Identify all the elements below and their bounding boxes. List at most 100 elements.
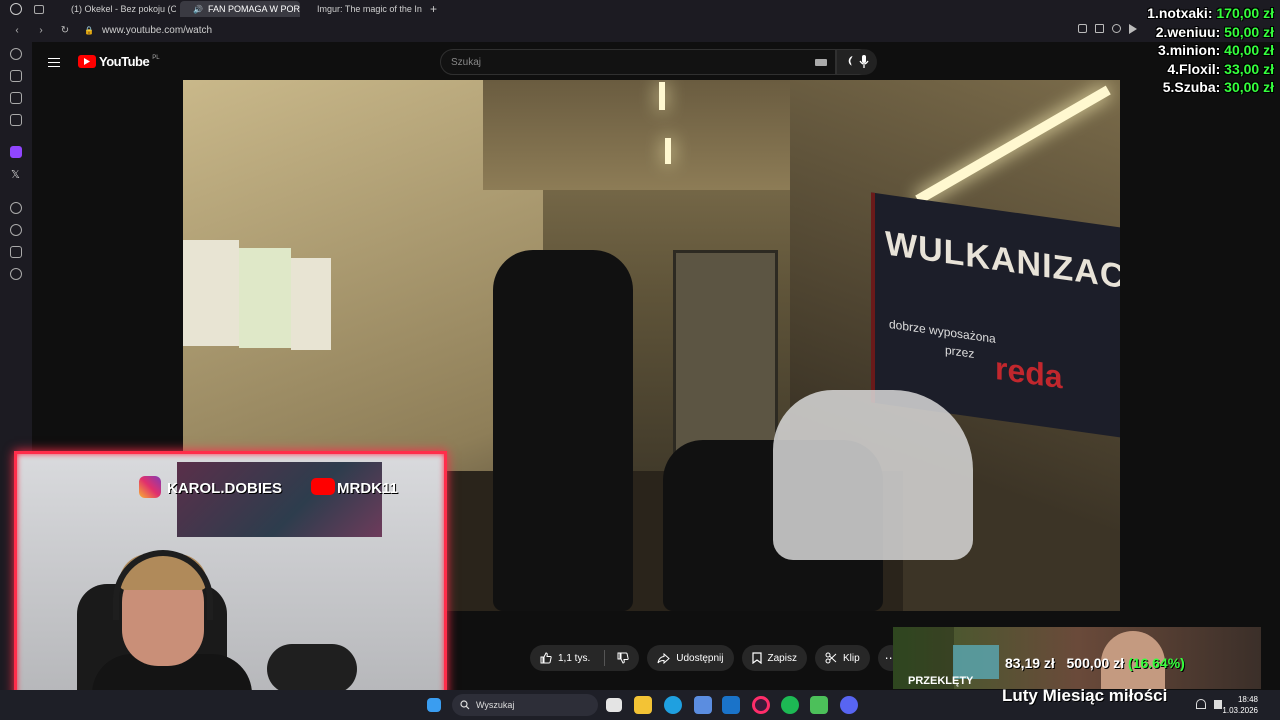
search-input[interactable]: Szukaj xyxy=(440,49,836,75)
streamer-hand xyxy=(267,644,357,694)
tab-label: Imgur: The magic of the In xyxy=(317,4,422,14)
voice-search-button[interactable] xyxy=(851,49,877,75)
youtube-header: YouTube PL Szukaj xyxy=(32,42,1280,80)
file-explorer-icon[interactable] xyxy=(634,696,652,714)
browser-toolbar-icons xyxy=(1078,24,1137,34)
discord-icon[interactable] xyxy=(840,696,858,714)
share-label: Udostępnij xyxy=(676,652,724,664)
like-count: 1,1 tys. xyxy=(558,652,591,664)
wall-banner xyxy=(177,462,382,537)
pin-icon[interactable] xyxy=(1078,24,1087,33)
youtube-handle: MRDK11 xyxy=(337,480,398,497)
lock-icon: 🔒 xyxy=(84,25,94,35)
donation-row: 4.Floxil: 33,00 zł xyxy=(1167,60,1274,77)
store-icon[interactable] xyxy=(694,696,712,714)
menu-hamburger-icon[interactable] xyxy=(48,55,60,70)
browser-tab-bar: (1) Okekel - Bez pokoju (O 🔊 FAN POMAGA … xyxy=(0,0,1280,18)
search-icon xyxy=(460,700,470,710)
motorcycle xyxy=(773,390,973,560)
system-clock[interactable]: 18:48 1.03.2026 xyxy=(1222,694,1258,716)
search-placeholder: Szukaj xyxy=(451,56,482,68)
ceiling-lamp xyxy=(665,138,671,164)
mail-icon[interactable] xyxy=(10,114,22,126)
outlook-icon[interactable] xyxy=(722,696,740,714)
tab-okekel[interactable]: (1) Okekel - Bez pokoju (O xyxy=(58,1,176,17)
streamer-webcam: KAROL.DOBIES MRDK11 xyxy=(14,451,447,700)
new-tab-button[interactable]: + xyxy=(430,2,437,16)
url-field[interactable]: www.youtube.com/watch xyxy=(102,25,212,36)
microphone-icon xyxy=(859,55,869,68)
donation-row: 2.weniuu: 50,00 zł xyxy=(1155,23,1274,40)
clock-date: 1.03.2026 xyxy=(1222,706,1258,715)
keyboard-icon[interactable] xyxy=(815,59,827,66)
goal-chart-block xyxy=(953,645,999,679)
wall-poster xyxy=(291,258,331,350)
goal-target: 500,00 zł xyxy=(1066,655,1125,671)
officer-standing xyxy=(493,250,633,611)
task-view-icon[interactable] xyxy=(606,698,622,712)
edge-icon[interactable] xyxy=(664,696,682,714)
pip-icon[interactable] xyxy=(1095,24,1104,33)
banner-brand: redа xyxy=(995,349,1063,396)
scissors-icon xyxy=(825,652,837,664)
tab-label: (1) Okekel - Bez pokoju (O xyxy=(71,4,176,14)
bookmarks-icon[interactable] xyxy=(10,70,22,82)
opera-icon[interactable] xyxy=(752,696,770,714)
goal-percent: (16.64%) xyxy=(1128,655,1185,671)
thumbs-down-icon[interactable] xyxy=(617,652,629,664)
goal-amounts: 83,19 zł 500,00 zł (16.64%) xyxy=(1005,655,1185,671)
donation-row: 5.Szuba: 30,00 zł xyxy=(1162,79,1274,95)
x-icon[interactable]: 𝕏 xyxy=(11,168,20,181)
like-divider xyxy=(604,650,606,666)
instagram-icon xyxy=(139,476,161,498)
video-actions: 1,1 tys. Udostępnij Zapisz Klip ⋯ xyxy=(530,645,904,671)
clip-button[interactable]: Klip xyxy=(814,645,870,671)
clock-icon[interactable] xyxy=(10,224,22,236)
wifi-icon[interactable] xyxy=(1196,699,1206,709)
share-arrow-icon xyxy=(657,652,670,664)
youtube-icon xyxy=(311,478,335,495)
youtube-logo[interactable]: YouTube PL xyxy=(78,54,160,69)
player-icon[interactable] xyxy=(10,202,22,214)
play-icon[interactable] xyxy=(1129,24,1137,34)
tab-label: FAN POMAGA W POR xyxy=(207,4,300,14)
donation-row: 3.minion: 40,00 zł xyxy=(1158,42,1274,58)
speaker-icon[interactable]: 🔊 xyxy=(193,5,203,14)
instagram-handle: KAROL.DOBIES xyxy=(167,480,283,497)
share-button[interactable]: Udostępnij xyxy=(647,645,734,671)
wall-poster xyxy=(183,240,239,346)
save-button[interactable]: Zapisz xyxy=(741,645,807,671)
windows-start-icon[interactable] xyxy=(427,698,441,712)
screenshot-icon[interactable] xyxy=(1112,24,1121,33)
region-code: PL xyxy=(152,54,160,61)
ceiling-lamp xyxy=(659,82,665,110)
spotify-icon[interactable] xyxy=(781,696,799,714)
banner-title: WULKANIZAC xyxy=(885,224,1120,297)
banner-subtitle: dobrze wyposażona przez xyxy=(889,316,996,361)
tab-imgur[interactable]: Imgur: The magic of the In xyxy=(304,1,424,17)
goal-current: 83,19 zł xyxy=(1005,655,1055,671)
reload-icon[interactable]: ↻ xyxy=(58,25,72,36)
taskbar-search[interactable]: Wyszukaj xyxy=(452,694,598,716)
donation-leaderboard: 1.notxaki: 170,00 zł 2.weniuu: 50,00 zł … xyxy=(1147,4,1274,97)
history-icon[interactable] xyxy=(10,48,22,60)
goal-logo: PRZEKLĘTY xyxy=(908,675,974,687)
extensions-icon[interactable] xyxy=(10,246,22,258)
tab-overview-icon[interactable] xyxy=(34,4,44,14)
tab-fan-pomaga[interactable]: 🔊 FAN POMAGA W POR xyxy=(180,1,300,17)
settings-gear-icon[interactable] xyxy=(10,268,22,280)
donation-row: 1.notxaki: 170,00 zł xyxy=(1147,5,1274,21)
back-icon[interactable]: ‹ xyxy=(10,25,24,36)
twitch-icon[interactable] xyxy=(10,146,22,158)
save-label: Zapisz xyxy=(767,652,797,664)
bookmark-icon xyxy=(751,652,762,664)
notes-icon[interactable] xyxy=(10,92,22,104)
browser-menu-icon[interactable] xyxy=(10,3,22,15)
like-button[interactable]: 1,1 tys. xyxy=(530,645,640,671)
youtube-wordmark: YouTube xyxy=(99,54,150,69)
goal-title: Luty Miesiąc miłości xyxy=(1002,686,1168,705)
xbox-icon[interactable] xyxy=(810,696,828,714)
taskbar-search-label: Wyszukaj xyxy=(476,700,515,710)
forward-icon[interactable]: › xyxy=(34,25,48,36)
volume-icon[interactable] xyxy=(1214,700,1222,709)
